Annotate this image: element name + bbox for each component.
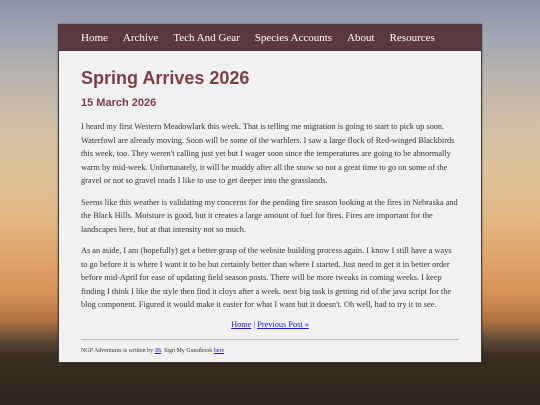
- guestbook-link[interactable]: here: [214, 348, 224, 354]
- post-title: Spring Arrives 2026: [81, 68, 250, 88]
- nav-item-archive[interactable]: Archive: [123, 32, 158, 44]
- top-navigation: Home Archive Tech And Gear Species Accou…: [59, 25, 481, 51]
- post-paragraph: As an aside, I am (hopefully) get a bett…: [81, 246, 452, 309]
- post-date: 15 March 2026: [81, 97, 157, 109]
- footer: NGP Adventures is written by JB. Sign My…: [81, 348, 459, 354]
- post-paragraph: I heard my first Western Meadowlark this…: [81, 122, 455, 185]
- post-content: Spring Arrives 2026 15 March 2026 I hear…: [59, 51, 481, 354]
- page-container: Home Archive Tech And Gear Species Accou…: [58, 24, 482, 363]
- nav-item-species-accounts[interactable]: Species Accounts: [255, 32, 332, 44]
- nav-item-resources[interactable]: Resources: [390, 32, 435, 44]
- footer-divider: [81, 338, 459, 340]
- post-paragraph: Seems like this weather is validating my…: [81, 197, 458, 234]
- home-link[interactable]: Home: [231, 320, 251, 329]
- page-background: { "nav": { "items": [ {"label": "Home"},…: [0, 0, 540, 405]
- nav-item-tech-and-gear[interactable]: Tech And Gear: [173, 32, 239, 44]
- nav-item-home[interactable]: Home: [81, 32, 108, 44]
- previous-post-link[interactable]: Previous Post »: [257, 320, 309, 329]
- footer-text-before: NGP Adventures is written by: [81, 347, 155, 354]
- footer-text-middle: . Sign My Guestbook: [160, 347, 214, 354]
- nav-item-about[interactable]: About: [347, 32, 375, 44]
- post-navigation: Home | Previous Post »: [81, 320, 459, 329]
